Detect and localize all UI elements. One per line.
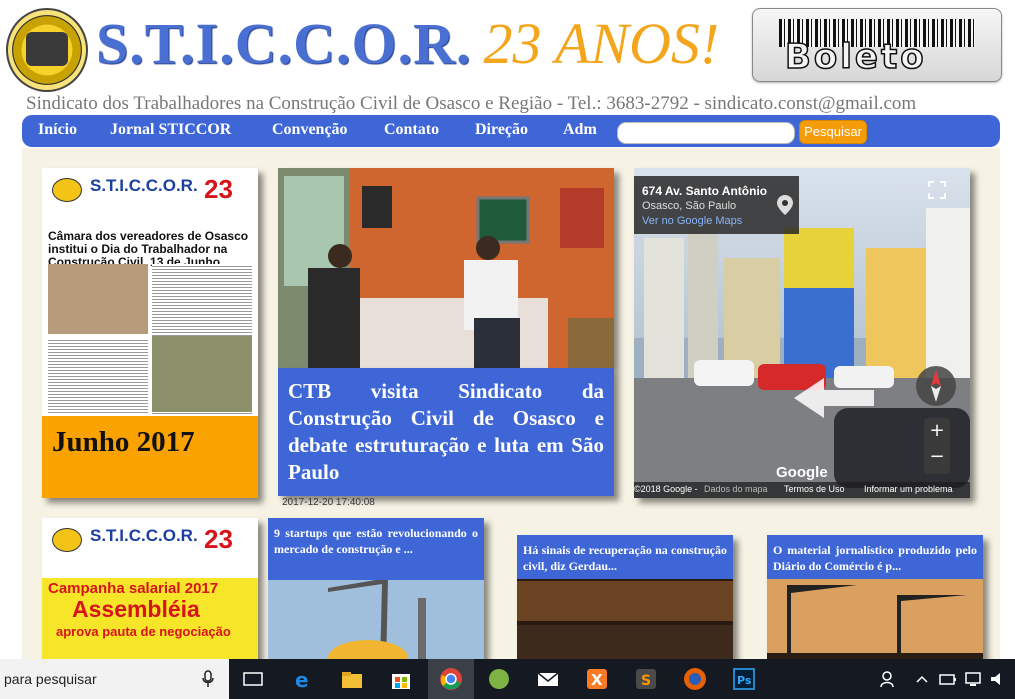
android-studio-icon[interactable] — [487, 667, 511, 691]
jornal-campanha-salarial[interactable]: S.T.I.C.C.O.R. 23 Campanha salarial 2017… — [42, 518, 258, 668]
store-icon[interactable] — [389, 667, 413, 691]
map-copyright: ©2018 Google - — [634, 484, 698, 494]
map-info-panel: 674 Av. Santo Antônio Osasco, São Paulo … — [634, 176, 799, 234]
newspaper-headline-2: Assembléia — [72, 596, 200, 622]
map-data-link[interactable]: Dados do mapa — [704, 484, 768, 494]
news-card-diario[interactable]: O material jornalístico produzido pelo D… — [767, 535, 983, 668]
svg-text:X: X — [591, 671, 603, 689]
newspaper-photo — [48, 264, 148, 334]
street-view-map[interactable]: 674 Av. Santo Antônio Osasco, São Paulo … — [634, 168, 970, 498]
main-news-date: 2017-12-20 17:40:08 — [282, 497, 375, 508]
newspaper-headline-3: aprova pauta de negociação — [56, 624, 231, 639]
nav-convencao[interactable]: Convenção — [272, 121, 348, 139]
card-title-box: O material jornalístico produzido pelo D… — [767, 535, 983, 579]
map-address: 674 Av. Santo Antônio — [642, 184, 768, 198]
newspaper-logo-icon — [52, 528, 82, 552]
anniversary-text: 23 ANOS! — [483, 11, 720, 76]
map-pin-icon[interactable] — [776, 194, 794, 216]
svg-text:e: e — [295, 668, 309, 691]
fullscreen-icon[interactable] — [927, 180, 947, 200]
newspaper-number: 23 — [204, 524, 233, 554]
main-news-title-box[interactable]: CTB visita Sindicato da Construção Civil… — [278, 368, 614, 496]
nav-contato[interactable]: Contato — [384, 121, 439, 139]
boleto-label: Boleto — [784, 36, 927, 78]
nav-adm[interactable]: Adm — [563, 121, 597, 139]
sticcor-logo[interactable] — [6, 8, 88, 92]
map-report-link[interactable]: Informar um problema — [864, 484, 953, 494]
map-google-link[interactable]: Ver no Google Maps — [642, 215, 742, 227]
svg-text:S: S — [641, 673, 651, 689]
map-footer: ©2018 Google - Dados do mapa Termos de U… — [634, 482, 970, 498]
mail-icon[interactable] — [536, 667, 560, 691]
map-terms-link[interactable]: Termos de Uso — [784, 484, 845, 494]
newspaper-photo — [152, 336, 252, 412]
card-title[interactable]: O material jornalístico produzido pelo D… — [773, 542, 977, 574]
network-icon[interactable] — [962, 667, 986, 691]
main-news-photo[interactable] — [278, 168, 614, 368]
news-card-gerdau[interactable]: Há sinais de recuperação na construção c… — [517, 535, 733, 668]
firefox-icon[interactable] — [683, 667, 707, 691]
svg-text:Ps: Ps — [737, 674, 752, 687]
map-city: Osasco, São Paulo — [642, 200, 737, 212]
windows-taskbar: para pesquisar e X S Ps — [0, 659, 1015, 699]
newspaper-logo-icon — [52, 178, 82, 202]
card-title[interactable]: Há sinais de recuperação na construção c… — [523, 542, 727, 574]
microphone-icon[interactable] — [202, 670, 214, 688]
compass-icon[interactable] — [914, 364, 958, 408]
volume-icon[interactable] — [987, 667, 1011, 691]
chrome-icon[interactable] — [439, 667, 463, 691]
boleto-button[interactable]: Boleto — [752, 8, 1002, 82]
newspaper-name: S.T.I.C.C.O.R. — [90, 176, 198, 195]
newspaper-headline-1: Campanha salarial 2017 — [48, 580, 219, 597]
nav-direcao[interactable]: Direção — [475, 121, 528, 139]
card-title-box: 9 startups que estão revolucionando o me… — [268, 518, 484, 580]
site-title: S.T.I.C.C.O.R. — [96, 11, 472, 76]
edge-icon[interactable]: e — [292, 667, 316, 691]
newspaper-number: 23 — [204, 174, 233, 204]
office-scene — [278, 168, 614, 368]
newspaper-text — [48, 338, 148, 414]
taskbar-search-box[interactable]: para pesquisar — [0, 659, 229, 699]
google-logo: Google — [776, 464, 828, 481]
xampp-icon[interactable]: X — [585, 667, 609, 691]
newspaper-name: S.T.I.C.C.O.R. — [90, 526, 198, 545]
people-icon[interactable] — [878, 667, 902, 691]
task-view-icon[interactable] — [241, 667, 265, 691]
zoom-control: + − — [924, 418, 950, 474]
main-news-title[interactable]: CTB visita Sindicato da Construção Civil… — [288, 378, 604, 486]
sublime-icon[interactable]: S — [634, 667, 658, 691]
jornal-caption: Junho 2017 — [52, 426, 195, 458]
site-title-block: S.T.I.C.C.O.R. 23 ANOS! — [96, 10, 719, 77]
jornal-june-2017[interactable]: S.T.I.C.C.O.R. 23 Câmara dos vereadores … — [42, 168, 258, 498]
taskbar-search-placeholder: para pesquisar — [4, 671, 97, 687]
news-card-startups[interactable]: 9 startups que estão revolucionando o me… — [268, 518, 484, 668]
card-title[interactable]: 9 startups que estão revolucionando o me… — [274, 525, 478, 557]
file-explorer-icon[interactable] — [340, 667, 364, 691]
newspaper-masthead: S.T.I.C.C.O.R. 23 — [46, 522, 254, 556]
card-title-box: Há sinais de recuperação na construção c… — [517, 535, 733, 579]
battery-icon[interactable] — [936, 667, 960, 691]
newspaper-masthead: S.T.I.C.C.O.R. 23 — [46, 172, 254, 206]
search-button[interactable]: Pesquisar — [799, 120, 867, 144]
photoshop-icon[interactable]: Ps — [732, 667, 756, 691]
nav-inicio[interactable]: Início — [38, 121, 77, 139]
zoom-in-icon[interactable]: + — [924, 418, 950, 444]
zoom-out-icon[interactable]: − — [924, 444, 950, 470]
header-subtitle: Sindicato dos Trabalhadores na Construçã… — [26, 93, 917, 114]
nav-jornal[interactable]: Jornal STICCOR — [110, 121, 231, 139]
newspaper-cover: S.T.I.C.C.O.R. 23 Câmara dos vereadores … — [42, 168, 258, 416]
chevron-up-icon[interactable] — [910, 667, 934, 691]
search-input[interactable] — [617, 122, 795, 144]
